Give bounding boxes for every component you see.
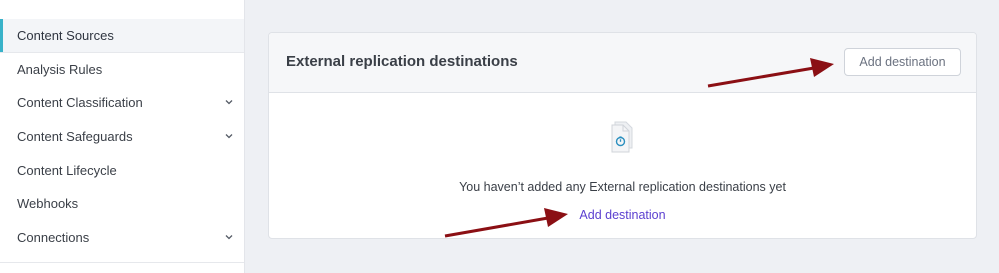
sidebar: Content Sources Analysis Rules Content C… bbox=[0, 0, 245, 273]
card-header: External replication destinations Add de… bbox=[269, 33, 976, 93]
sidebar-item-analysis-rules[interactable]: Analysis Rules bbox=[0, 53, 244, 86]
sidebar-item-label: Content Classification bbox=[17, 95, 143, 110]
document-clock-icon bbox=[611, 121, 633, 153]
sidebar-item-content-lifecycle[interactable]: Content Lifecycle bbox=[0, 154, 244, 187]
chevron-down-icon bbox=[225, 134, 233, 139]
sidebar-item-label: Webhooks bbox=[17, 196, 79, 211]
add-destination-link[interactable]: Add destination bbox=[269, 208, 976, 222]
empty-state-message: You haven’t added any External replicati… bbox=[459, 180, 786, 194]
sidebar-item-label: Connections bbox=[17, 230, 90, 245]
sidebar-item-connections[interactable]: Connections bbox=[0, 221, 244, 254]
sidebar-item-content-classification[interactable]: Content Classification bbox=[0, 86, 244, 119]
sidebar-item-label: Content Safeguards bbox=[17, 129, 133, 144]
sidebar-item-content-sources[interactable]: Content Sources bbox=[0, 19, 244, 52]
chevron-down-icon bbox=[225, 100, 233, 105]
chevron-down-icon bbox=[225, 235, 233, 240]
replication-destinations-card: External replication destinations Add de… bbox=[268, 32, 977, 239]
sidebar-item-webhooks[interactable]: Webhooks bbox=[0, 187, 244, 220]
sidebar-item-content-safeguards[interactable]: Content Safeguards bbox=[0, 120, 244, 153]
sidebar-item-label: Content Sources bbox=[17, 28, 114, 43]
add-destination-link-label[interactable]: Add destination bbox=[579, 208, 665, 222]
card-title: External replication destinations bbox=[286, 53, 518, 70]
sidebar-item-label: Content Lifecycle bbox=[17, 163, 117, 178]
sidebar-item-label: Analysis Rules bbox=[17, 62, 103, 77]
sidebar-divider bbox=[0, 262, 244, 263]
add-destination-button[interactable]: Add destination bbox=[844, 48, 961, 76]
